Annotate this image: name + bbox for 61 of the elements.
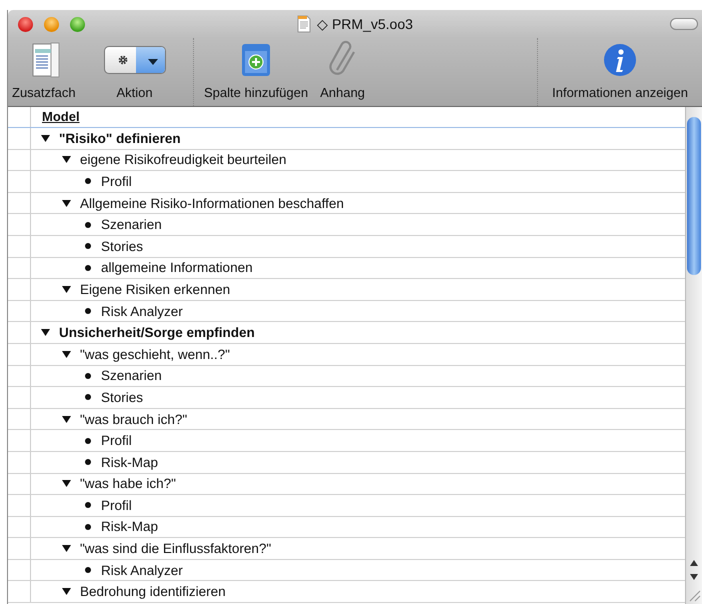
scrollbar[interactable] <box>685 107 702 604</box>
outline-item[interactable]: "was brauch ich?" <box>80 412 188 427</box>
bullet-icon <box>85 264 91 271</box>
outline-item[interactable]: Unsicherheit/Sorge empfinden <box>59 325 255 340</box>
toolbar-toggle-button[interactable] <box>670 18 698 30</box>
outline-item[interactable]: Profil <box>101 433 132 448</box>
bullet-icon <box>85 459 91 466</box>
outline-item[interactable]: Bedrohung identifizieren <box>80 584 226 600</box>
outline-item[interactable]: Risk-Map <box>101 454 158 470</box>
bullet-icon <box>85 524 91 530</box>
outline-item[interactable]: Profil <box>101 498 132 513</box>
outline-item[interactable]: allgemeine Informationen <box>101 260 253 276</box>
action-button[interactable] <box>104 46 166 74</box>
outline-item[interactable]: Stories <box>101 390 144 405</box>
resize-grip-icon[interactable] <box>687 588 701 602</box>
window-title: ◇ PRM_v5.oo3 <box>317 16 413 32</box>
bullet-icon <box>85 243 91 250</box>
scroll-thumb[interactable] <box>687 117 701 275</box>
toolbar-label[interactable]: Aktion <box>116 85 153 100</box>
bullet-icon <box>85 567 91 574</box>
bullet-icon <box>85 222 91 228</box>
toolbar-label[interactable]: Zusatzfach <box>12 85 76 100</box>
bullet-icon <box>85 394 91 400</box>
outline-item[interactable]: eigene Risikofreudigkeit beurteilen <box>80 152 286 168</box>
expanded-triangle-icon[interactable] <box>62 479 71 488</box>
outline-item[interactable]: Szenarien <box>101 217 162 232</box>
outline-item[interactable]: Allgemeine Risiko-Informationen beschaffen <box>80 196 344 211</box>
outline-item[interactable]: "Risiko" definieren <box>59 130 181 146</box>
outline-item[interactable]: Stories <box>101 238 144 254</box>
add-column-icon <box>241 42 272 76</box>
column-header[interactable]: Model <box>31 107 80 127</box>
expanded-triangle-icon[interactable] <box>62 284 71 294</box>
expanded-triangle-icon[interactable] <box>62 155 71 164</box>
toolbar-label[interactable]: Spalte hinzufügen <box>204 85 308 100</box>
bullet-icon <box>85 438 91 444</box>
outline-item[interactable]: Risk Analyzer <box>101 304 183 319</box>
info-icon <box>603 42 638 76</box>
document-icon <box>297 15 312 33</box>
outline-item[interactable]: Eigene Risiken erkennen <box>80 282 230 297</box>
toolbar-label[interactable]: Informationen anzeigen <box>552 85 688 100</box>
caret-icon <box>148 58 158 66</box>
expanded-triangle-icon[interactable] <box>62 350 71 359</box>
outline-item[interactable]: "was sind die Einflussfaktoren?" <box>80 541 272 556</box>
expanded-triangle-icon[interactable] <box>41 328 50 338</box>
expanded-triangle-icon[interactable] <box>62 198 71 208</box>
bullet-icon <box>85 308 91 314</box>
outline-item[interactable]: Risk-Map <box>101 519 158 534</box>
bullet-icon <box>85 502 91 508</box>
expanded-triangle-icon[interactable] <box>62 587 71 596</box>
outline-item[interactable]: "was habe ich?" <box>80 476 176 492</box>
expanded-triangle-icon[interactable] <box>62 544 71 554</box>
outline-item[interactable]: Profil <box>101 174 132 189</box>
expanded-triangle-icon[interactable] <box>62 414 71 424</box>
outline-item[interactable]: Szenarien <box>101 368 162 384</box>
toolbar-label[interactable]: Anhang <box>320 85 365 100</box>
outline-item[interactable]: "was geschieht, wenn..?" <box>80 346 230 362</box>
expanded-triangle-icon[interactable] <box>41 134 50 143</box>
outline-item[interactable]: Risk Analyzer <box>101 562 183 578</box>
bullet-icon <box>85 178 91 184</box>
close-button[interactable] <box>18 16 33 32</box>
bullet-icon <box>85 372 91 379</box>
